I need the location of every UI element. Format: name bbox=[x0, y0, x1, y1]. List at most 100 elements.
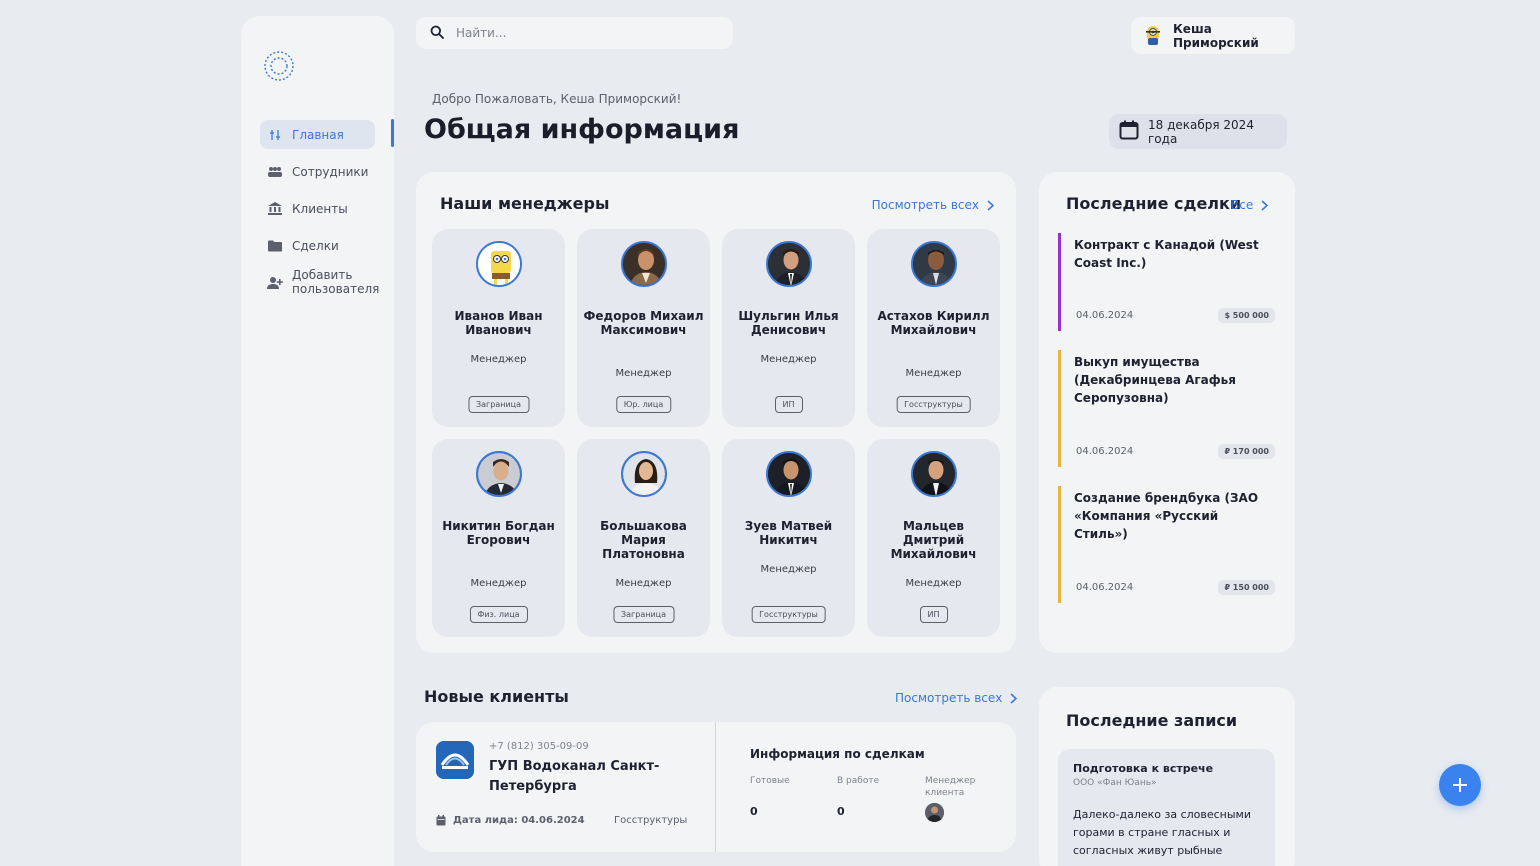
manager-tag: Госструктуры bbox=[751, 606, 826, 623]
search-bar bbox=[416, 17, 733, 49]
sidebar-item-label: Добавить пользователя bbox=[292, 268, 380, 296]
manager-avatar bbox=[911, 241, 957, 287]
manager-card[interactable]: Никитин Богдан Егорович Менеджер Физ. ли… bbox=[432, 439, 565, 637]
deal-info-title: Информация по сделкам bbox=[750, 747, 925, 761]
chevron-right-icon bbox=[1010, 692, 1018, 704]
deals-all-link[interactable]: Все bbox=[1231, 198, 1269, 212]
sidebar-item-add-user[interactable]: Добавить пользователя bbox=[260, 268, 394, 308]
avatar bbox=[1143, 25, 1163, 47]
ready-label: Готовые bbox=[750, 776, 790, 786]
manager-name: Федоров Михаил Максимович bbox=[583, 309, 704, 337]
user-plus-icon bbox=[267, 275, 283, 291]
deal-title: Создание брендбука (ЗАО «Компания «Русск… bbox=[1074, 491, 1259, 541]
users-icon bbox=[267, 164, 283, 180]
divider bbox=[715, 722, 716, 852]
calendar-icon bbox=[436, 815, 446, 826]
lead-date-text: Дата лида: 04.06.2024 bbox=[453, 815, 585, 826]
client-lead-date: Дата лида: 04.06.2024 bbox=[436, 815, 585, 826]
manager-role: Менеджер bbox=[615, 578, 672, 589]
deal-item[interactable]: Выкуп имущества (Декабринцева Агафья Сер… bbox=[1058, 350, 1275, 467]
client-logo bbox=[436, 741, 474, 779]
client-manager-avatar[interactable] bbox=[925, 803, 944, 822]
deal-value: $ 500 000 bbox=[1218, 308, 1275, 323]
client-name: ГУП Водоканал Санкт-Петербурга bbox=[489, 759, 660, 794]
manager-role: Менеджер bbox=[470, 354, 527, 365]
current-date: 18 декабря 2024 года bbox=[1148, 117, 1254, 146]
manager-name: Никитин Богдан Егорович bbox=[442, 519, 555, 547]
manager-role: Менеджер bbox=[615, 368, 672, 379]
manager-name: Иванов Иван Иванович bbox=[454, 309, 543, 337]
sidebar-item-employees[interactable]: Сотрудники bbox=[260, 157, 394, 186]
all-label: Все bbox=[1231, 198, 1254, 212]
bank-icon bbox=[267, 201, 283, 217]
manager-avatar bbox=[476, 241, 522, 287]
deal-title: Выкуп имущества (Декабринцева Агафья Сер… bbox=[1074, 355, 1236, 405]
sidebar-item-label: Главная bbox=[292, 127, 344, 142]
manager-tag: Заграница bbox=[468, 396, 529, 413]
manager-name: Зуев Матвей Никитич bbox=[744, 519, 833, 547]
manager-role: Менеджер bbox=[760, 354, 817, 365]
manager-avatar bbox=[476, 451, 522, 497]
clients-title: Новые клиенты bbox=[424, 687, 569, 706]
see-all-label: Посмотреть всех bbox=[871, 198, 979, 212]
client-type: Госструктуры bbox=[614, 815, 688, 826]
manager-card[interactable]: Федоров Михаил Максимович Менеджер Юр. л… bbox=[577, 229, 710, 427]
client-manager-label: Менеджер клиента bbox=[925, 776, 976, 798]
ready-value: 0 bbox=[750, 805, 758, 818]
deals-title: Последние сделки bbox=[1066, 194, 1242, 213]
client-phone: +7 (812) 305-09-09 bbox=[489, 741, 589, 752]
add-button[interactable] bbox=[1439, 764, 1481, 806]
in-work-value: 0 bbox=[837, 805, 845, 818]
deal-date: 04.06.2024 bbox=[1076, 446, 1134, 457]
user-menu[interactable]: Кеша Приморский bbox=[1131, 17, 1295, 54]
manager-name: Астахов Кирилл Михайлович bbox=[877, 309, 990, 337]
records-title: Последние записи bbox=[1066, 711, 1238, 730]
record-body: Далеко-далеко за словесными горами в стр… bbox=[1073, 808, 1252, 857]
deal-item[interactable]: Контракт с Канадой (West Coast Inc.) 04.… bbox=[1058, 233, 1275, 331]
manager-name: Большакова Мария Платоновна bbox=[600, 519, 687, 561]
recent-records-card: Последние записи Подготовка к встрече ОО… bbox=[1039, 687, 1295, 866]
sidebar-item-label: Сотрудники bbox=[292, 164, 369, 179]
folder-icon bbox=[267, 238, 283, 254]
date-picker[interactable]: 18 декабря 2024 года bbox=[1109, 114, 1287, 149]
manager-role: Менеджер bbox=[905, 578, 962, 589]
sidebar-item-label: Клиенты bbox=[292, 201, 348, 216]
manager-role: Менеджер bbox=[470, 578, 527, 589]
sliders-icon bbox=[267, 127, 283, 143]
client-card[interactable]: +7 (812) 305-09-09 ГУП Водоканал Санкт-П… bbox=[416, 722, 1016, 852]
sidebar-item-deals[interactable]: Сделки bbox=[260, 231, 394, 260]
calendar-icon bbox=[1119, 120, 1139, 143]
search-input[interactable] bbox=[456, 26, 696, 40]
manager-avatar bbox=[766, 241, 812, 287]
manager-card[interactable]: Иванов Иван Иванович Менеджер Заграница bbox=[432, 229, 565, 427]
deal-value: ₽ 170 000 bbox=[1218, 444, 1275, 459]
deal-title: Контракт с Канадой (West Coast Inc.) bbox=[1074, 238, 1259, 270]
manager-card[interactable]: Большакова Мария Платоновна Менеджер Заг… bbox=[577, 439, 710, 637]
sidebar-nav: Главная Сотрудники Клиенты Сделки Добави… bbox=[260, 119, 394, 316]
manager-card[interactable]: Зуев Матвей Никитич Менеджер Госструктур… bbox=[722, 439, 855, 637]
managers-grid: Иванов Иван Иванович Менеджер Заграница … bbox=[432, 229, 1000, 637]
manager-name: Шульгин Илья Денисович bbox=[738, 309, 839, 337]
sidebar-item-clients[interactable]: Клиенты bbox=[260, 194, 394, 223]
managers-title: Наши менеджеры bbox=[440, 194, 610, 213]
see-all-label: Посмотреть всех bbox=[895, 691, 1003, 705]
record-item[interactable]: Подготовка к встрече ООО «Фан Юань» Дале… bbox=[1058, 749, 1275, 866]
logo-icon[interactable] bbox=[261, 48, 297, 84]
search-icon[interactable] bbox=[430, 24, 444, 43]
sidebar-item-home[interactable]: Главная bbox=[260, 119, 394, 149]
welcome-text: Добро Пожаловать, Кеша Приморский! bbox=[432, 92, 682, 106]
manager-card[interactable]: Астахов Кирилл Михайлович Менеджер Госст… bbox=[867, 229, 1000, 427]
manager-tag: Юр. лица bbox=[615, 396, 672, 413]
manager-card[interactable]: Мальцев Дмитрий Михайлович Менеджер ИП bbox=[867, 439, 1000, 637]
manager-card[interactable]: Шульгин Илья Денисович Менеджер ИП bbox=[722, 229, 855, 427]
deal-value: ₽ 150 000 bbox=[1218, 580, 1275, 595]
record-title: Подготовка к встрече bbox=[1073, 762, 1214, 775]
deal-item[interactable]: Создание брендбука (ЗАО «Компания «Русск… bbox=[1058, 486, 1275, 603]
managers-see-all-link[interactable]: Посмотреть всех bbox=[872, 198, 994, 212]
deal-date: 04.06.2024 bbox=[1076, 582, 1134, 593]
manager-role: Менеджер bbox=[905, 368, 962, 379]
clients-see-all-link[interactable]: Посмотреть всех bbox=[895, 691, 1018, 705]
plus-icon bbox=[1453, 778, 1467, 792]
chevron-right-icon bbox=[1261, 199, 1269, 211]
manager-role: Менеджер bbox=[760, 564, 817, 575]
